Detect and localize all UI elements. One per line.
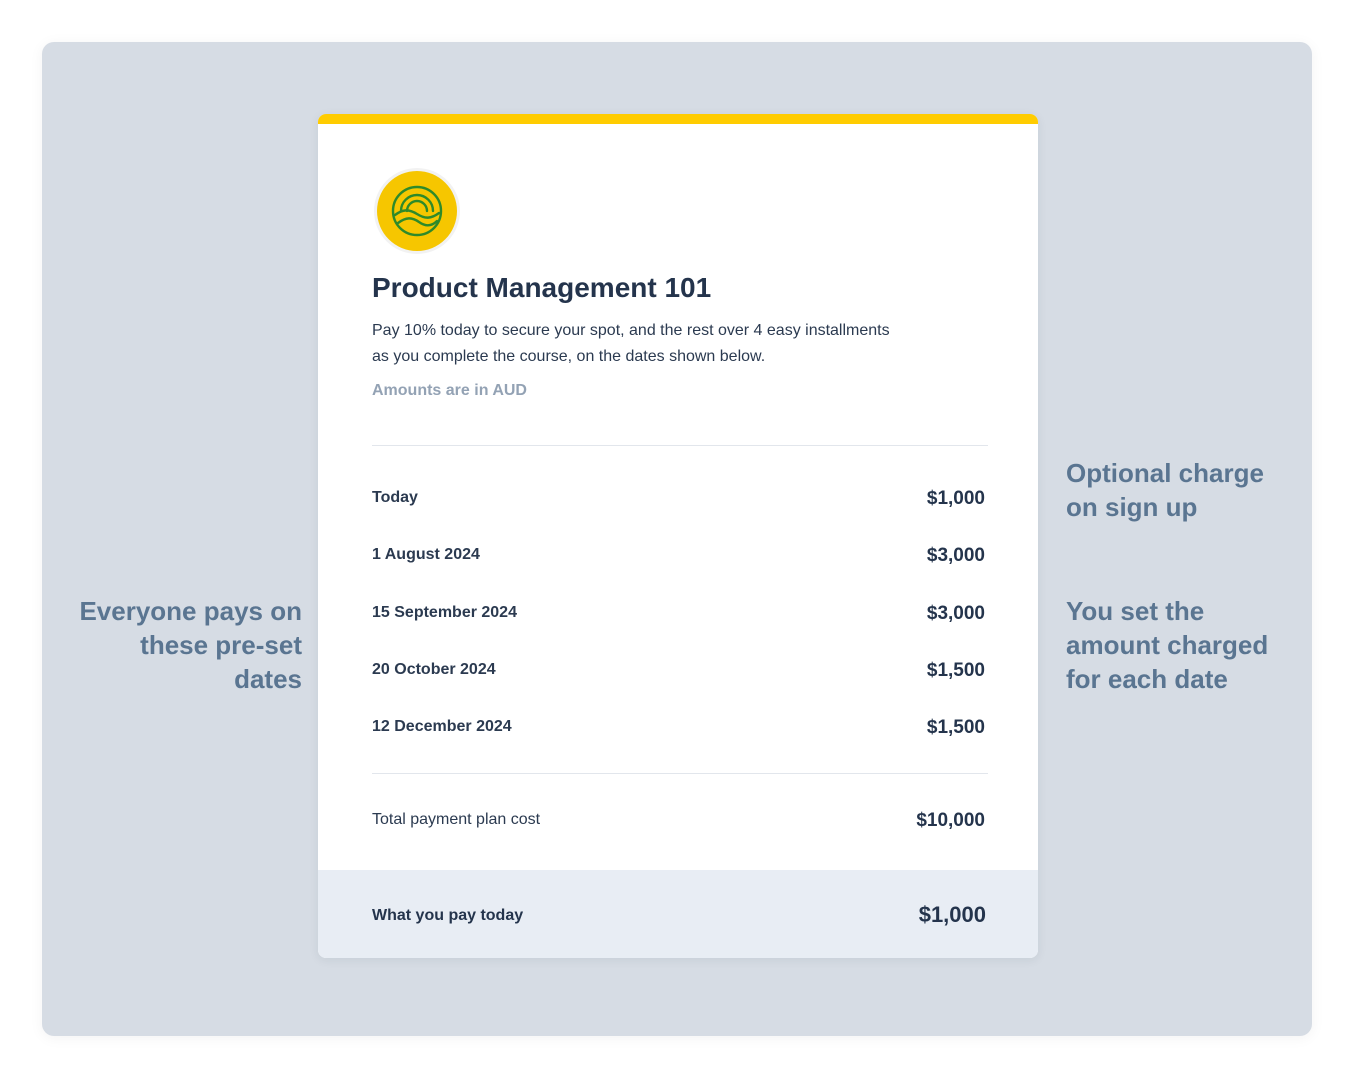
annotation-preset-dates: Everyone pays on these pre-set dates: [62, 594, 302, 696]
annotation-optional-charge: Optional charge on sign up: [1066, 456, 1306, 524]
pay-today-label: What you pay today: [372, 907, 524, 924]
currency-note: Amounts are in AUD: [372, 382, 527, 399]
annotation-line: Everyone pays on: [79, 596, 302, 626]
annotation-line: Optional charge: [1066, 458, 1264, 488]
pay-today-footer: What you pay today $1,000: [318, 870, 1038, 958]
schedule-date: 12 December 2024: [372, 718, 512, 735]
course-title: Product Management 101: [372, 272, 712, 303]
schedule-date: 15 September 2024: [372, 604, 517, 621]
divider: [372, 773, 988, 774]
schedule-date: Today: [372, 489, 418, 506]
card-accent-bar: [318, 114, 1038, 124]
annotation-set-amount: You set the amount charged for each date: [1066, 594, 1306, 696]
annotation-line: dates: [234, 664, 302, 694]
annotation-line: on sign up: [1066, 492, 1198, 522]
total-label: Total payment plan cost: [372, 811, 541, 828]
pay-today-amount: $1,000: [918, 902, 986, 927]
description-line: as you complete the course, on the dates…: [372, 348, 766, 365]
schedule-amount: $3,000: [926, 603, 985, 624]
plan-description: Pay 10% today to secure your spot, and t…: [372, 318, 972, 370]
schedule-amount: $1,500: [926, 717, 985, 738]
annotation-line: these pre-set: [140, 630, 302, 660]
description-line: Pay 10% today to secure your spot, and t…: [372, 322, 890, 339]
total-amount: $10,000: [916, 810, 985, 831]
annotation-line: amount charged: [1066, 630, 1269, 660]
schedule-amount: $1,500: [926, 660, 985, 681]
sun-over-hills-icon: [391, 185, 443, 237]
logo-badge: [377, 171, 457, 251]
annotation-line: You set the: [1066, 596, 1205, 626]
schedule-date: 1 August 2024: [372, 546, 480, 563]
schedule-amount: $1,000: [926, 488, 985, 509]
schedule-date: 20 October 2024: [372, 661, 496, 678]
annotation-line: for each date: [1066, 664, 1228, 694]
divider: [372, 445, 988, 446]
payment-plan-card: Product Management 101 Pay 10% today to …: [318, 114, 1038, 958]
schedule-amount: $3,000: [926, 545, 985, 566]
course-logo: [374, 168, 460, 254]
